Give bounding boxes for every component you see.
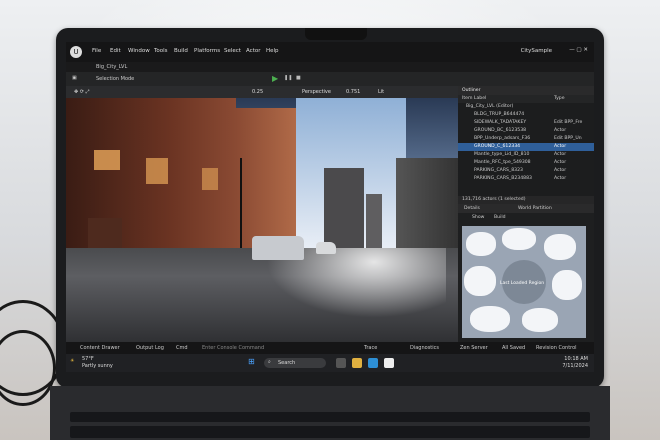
pause-icon[interactable]: ❚❚ (284, 75, 292, 81)
menu-window[interactable]: Window (128, 48, 150, 54)
outliner-panel: Outliner Item Label Type Big_City_LVL (E… (458, 86, 594, 204)
fov-value[interactable]: 0.751 (346, 89, 360, 95)
laptop-screen: U File Edit Window Tools Build Platforms… (66, 42, 594, 372)
map-region (544, 234, 576, 260)
world-partition-map[interactable]: Last Loaded Region (462, 226, 586, 338)
menu-edit[interactable]: Edit (110, 48, 121, 54)
taskview-icon[interactable] (336, 358, 346, 368)
outliner-row[interactable]: BPP_Underp_adsars_F36 Edit BPP_Un (458, 135, 594, 143)
distant-building (366, 194, 382, 248)
outliner-row[interactable]: SIDEWALK_TADATAKEY Edit BPP_Fre (458, 119, 594, 127)
menu-build[interactable]: Build (174, 48, 188, 54)
window-controls-icon[interactable]: — ▢ ✕ (569, 47, 588, 53)
editor-statusbar: Content Drawer Output Log Cmd Enter Cons… (66, 342, 594, 354)
key-row (70, 412, 590, 422)
col-item-label[interactable]: Item Label (462, 96, 486, 101)
build-button[interactable]: Build (494, 213, 506, 222)
revision-control-button[interactable]: Revision Control (536, 345, 577, 351)
trace-button[interactable]: Trace (364, 345, 377, 351)
save-icon[interactable]: ▣ (72, 75, 77, 81)
map-region (522, 308, 558, 332)
level-tabbar: Big_City_LVL (66, 62, 594, 72)
details-tabs: Details World Partition (458, 204, 594, 213)
weather-desc[interactable]: Partly sunny (82, 363, 113, 369)
clock-date[interactable]: 7/11/2024 (562, 363, 588, 369)
show-button[interactable]: Show (472, 213, 484, 222)
window-title: CitySample (520, 48, 552, 54)
parked-suv (252, 236, 304, 260)
map-region (464, 266, 496, 296)
webcam-notch (305, 28, 367, 40)
map-region (470, 306, 510, 332)
outliner-row[interactable]: GROUND_BC_6123538 Actor (458, 127, 594, 135)
level-tab[interactable]: Big_City_LVL (96, 64, 127, 70)
grid-value[interactable]: 0.25 (252, 89, 263, 95)
menu-tools[interactable]: Tools (154, 48, 168, 54)
play-icon[interactable]: ▶ (272, 74, 278, 83)
search-icon: ⌕ (268, 359, 271, 365)
weather-icon: ☀ (70, 358, 75, 364)
map-region (552, 270, 582, 300)
outliner-row[interactable]: Mantle_RFC_tpe_549308 Actor (458, 159, 594, 167)
unreal-taskbar-icon[interactable] (384, 358, 394, 368)
details-panel: Details World Partition Show Build Last … (458, 204, 594, 342)
windows-taskbar: ☀ 57°F Partly sunny ⊞ ⌕ Search 10:18 AM … (66, 354, 594, 372)
key-row (70, 426, 590, 438)
mode-dropdown[interactable]: Selection Mode (96, 76, 134, 82)
menu-platforms[interactable]: Platforms (194, 48, 220, 54)
outliner-row[interactable]: Mantle_type_Lid_ID_810 Actor (458, 151, 594, 159)
cmd-dropdown[interactable]: Cmd (176, 345, 188, 351)
distant-building (324, 168, 364, 248)
outliner-row[interactable]: BLDG_TRUP_B644474 (458, 111, 594, 119)
clock-time[interactable]: 10:18 AM (564, 356, 588, 362)
weather-temp[interactable]: 57°F (82, 356, 94, 362)
diagnostics-button[interactable]: Diagnostics (410, 345, 439, 351)
laptop-keyboard-deck (50, 386, 610, 440)
menu-file[interactable]: File (92, 48, 101, 54)
lit-window (88, 218, 122, 248)
world-partition-toolbar: Show Build (458, 213, 594, 222)
lit-window (94, 150, 120, 170)
outliner-title: Outliner (458, 86, 594, 95)
lit-window (202, 168, 218, 190)
parked-car (316, 242, 336, 254)
saved-status[interactable]: All Saved (502, 345, 525, 351)
edge-icon[interactable] (368, 358, 378, 368)
map-region (466, 232, 496, 256)
viewport-toolbar: ✥ ⟳ ⤢ 0.25 Perspective 0.751 Lit (66, 86, 458, 98)
stop-icon[interactable]: ■ (296, 75, 301, 81)
menu-actor[interactable]: Actor (246, 48, 260, 54)
search-label: Search (278, 360, 296, 366)
explorer-icon[interactable] (352, 358, 362, 368)
content-drawer-button[interactable]: Content Drawer (80, 345, 120, 351)
level-viewport[interactable] (66, 98, 458, 342)
tab-details[interactable]: Details (464, 204, 480, 213)
menu-help[interactable]: Help (266, 48, 279, 54)
menu-select[interactable]: Select (224, 48, 241, 54)
street-lamp (240, 158, 242, 258)
transform-tools-icon[interactable]: ✥ ⟳ ⤢ (74, 89, 90, 95)
col-type[interactable]: Type (554, 95, 565, 103)
perspective-button[interactable]: Perspective (302, 89, 331, 95)
zen-server-button[interactable]: Zen Server (460, 345, 488, 351)
building-right (396, 158, 458, 258)
taskbar-search[interactable]: ⌕ Search (264, 358, 326, 368)
lit-button[interactable]: Lit (378, 89, 384, 95)
map-label: Last Loaded Region (500, 281, 545, 286)
outliner-row[interactable]: PARKING_CARS_8323 Actor (458, 167, 594, 175)
outliner-row-selected[interactable]: GROUND_C_612334 Actor (458, 143, 594, 151)
outliner-root[interactable]: Big_City_LVL (Editor) (458, 103, 594, 111)
outliner-actor-count: 131,716 actors (1 selected) (458, 196, 594, 204)
console-input[interactable]: Enter Console Command (202, 345, 264, 351)
output-log-button[interactable]: Output Log (136, 345, 164, 351)
outliner-header: Item Label Type (458, 95, 594, 103)
editor-menubar: U File Edit Window Tools Build Platforms… (66, 42, 594, 62)
start-icon[interactable]: ⊞ (248, 357, 255, 366)
map-region (502, 228, 536, 250)
main-toolbar: ▣ Selection Mode ▶ ❚❚ ■ (66, 72, 594, 86)
lit-window (146, 158, 168, 184)
outliner-row[interactable]: PARKING_CARS_B234883 Actor (458, 175, 594, 183)
unreal-logo-icon[interactable]: U (70, 46, 82, 58)
tab-world-partition[interactable]: World Partition (518, 204, 552, 213)
